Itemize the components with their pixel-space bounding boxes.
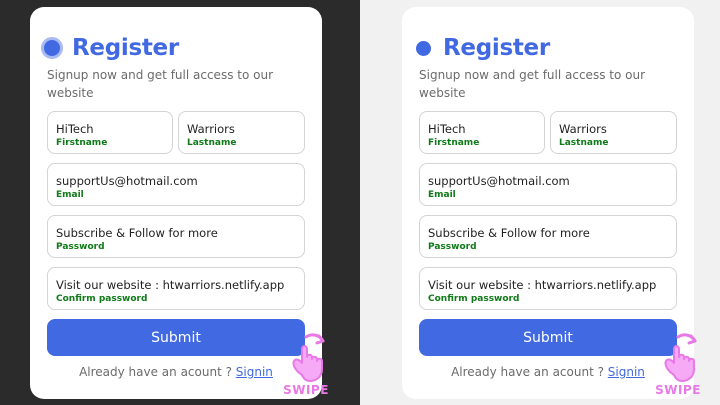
- register-card: Register Signup now and get full access …: [402, 7, 694, 399]
- hand-swipe-icon: [292, 333, 325, 382]
- email-value: supportUs@hotmail.com: [56, 174, 198, 188]
- password-value: Subscribe & Follow for more: [56, 226, 218, 240]
- email-field[interactable]: supportUs@hotmail.com Email: [47, 163, 305, 206]
- title-row: Register: [416, 33, 550, 63]
- firstname-value: HiTech: [56, 122, 94, 136]
- status-dot-icon: [416, 40, 431, 56]
- lastname-label: Lastname: [559, 138, 609, 148]
- signin-prompt: Already have an acount ?: [79, 365, 232, 379]
- password-field[interactable]: Subscribe & Follow for more Password: [419, 215, 677, 258]
- subtitle: Signup now and get full access to our we…: [47, 68, 274, 100]
- confirm-password-label: Confirm password: [428, 294, 520, 304]
- submit-button[interactable]: Submit: [47, 319, 305, 356]
- email-field[interactable]: supportUs@hotmail.com Email: [419, 163, 677, 206]
- firstname-field[interactable]: HiTech Firstname: [419, 111, 545, 154]
- signin-row: Already have an acount ? Signin: [30, 365, 322, 379]
- subtitle: Signup now and get full access to our we…: [419, 68, 646, 100]
- signin-prompt: Already have an acount ?: [451, 365, 604, 379]
- swipe-label: SWIPE: [655, 383, 701, 397]
- firstname-label: Firstname: [56, 138, 108, 148]
- status-dot-icon: [41, 37, 63, 59]
- email-label: Email: [56, 190, 84, 200]
- swipe-overlay: SWIPE: [282, 333, 330, 399]
- password-field[interactable]: Subscribe & Follow for more Password: [47, 215, 305, 258]
- swipe-overlay: SWIPE: [654, 333, 702, 399]
- email-value: supportUs@hotmail.com: [428, 174, 570, 188]
- email-label: Email: [428, 190, 456, 200]
- hand-swipe-icon: [664, 333, 697, 382]
- firstname-label: Firstname: [428, 138, 480, 148]
- lastname-value: Warriors: [187, 122, 235, 136]
- confirm-password-value: Visit our website : htwarriors.netlify.a…: [428, 278, 657, 292]
- firstname-value: HiTech: [428, 122, 466, 136]
- password-label: Password: [428, 242, 477, 252]
- confirm-password-field[interactable]: Visit our website : htwarriors.netlify.a…: [47, 267, 305, 310]
- password-value: Subscribe & Follow for more: [428, 226, 590, 240]
- firstname-field[interactable]: HiTech Firstname: [47, 111, 173, 154]
- lastname-field[interactable]: Warriors Lastname: [550, 111, 677, 154]
- signin-row: Already have an acount ? Signin: [402, 365, 694, 379]
- lastname-label: Lastname: [187, 138, 237, 148]
- password-label: Password: [56, 242, 105, 252]
- lastname-field[interactable]: Warriors Lastname: [178, 111, 305, 154]
- page-title: Register: [443, 35, 550, 61]
- signin-link[interactable]: Signin: [236, 365, 273, 379]
- signin-link[interactable]: Signin: [608, 365, 645, 379]
- confirm-password-label: Confirm password: [56, 294, 148, 304]
- confirm-password-value: Visit our website : htwarriors.netlify.a…: [56, 278, 285, 292]
- lastname-value: Warriors: [559, 122, 607, 136]
- submit-button[interactable]: Submit: [419, 319, 677, 356]
- swipe-label: SWIPE: [283, 383, 329, 397]
- page-title: Register: [72, 35, 179, 61]
- title-row: Register: [41, 33, 179, 63]
- register-card: Register Signup now and get full access …: [30, 7, 322, 399]
- confirm-password-field[interactable]: Visit our website : htwarriors.netlify.a…: [419, 267, 677, 310]
